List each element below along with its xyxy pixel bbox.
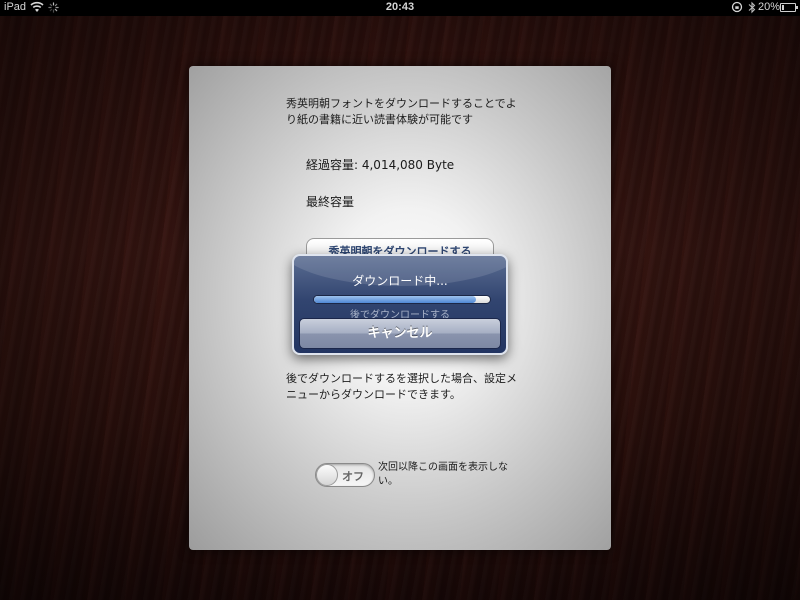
download-progress-bar [313,295,491,304]
note-text: 後でダウンロードするを選択した場合、設定メニューからダウンロードできます。 [286,372,517,401]
battery-level [782,5,785,10]
description-text: 秀英明朝フォントをダウンロードすることでより紙の書籍に近い読書体験が可能です [286,97,517,126]
cancel-button[interactable]: キャンセル [299,318,501,349]
dont-show-again-label: 次回以降この画面を表示しない。 [378,462,508,487]
download-progress-fill [314,296,476,303]
alert-title: ダウンロード中... [352,274,448,288]
battery-percent: 20% [758,1,781,13]
orientation-lock-icon [731,1,743,13]
downloaded-size-label: 経過容量: 4,014,080 Byte [306,158,455,172]
toggle-state-text: オフ [342,470,364,483]
dont-show-again-toggle[interactable]: オフ [315,463,375,487]
status-time: 20:43 [385,1,415,13]
battery-icon [780,3,798,12]
status-bar: iPad 20:43 20% [0,0,800,16]
bluetooth-icon [748,1,756,14]
download-progress-alert: ダウンロード中... 後でダウンロードする キャンセル [292,254,508,355]
final-size-label: 最終容量 [306,195,355,209]
toggle-knob[interactable] [316,464,338,486]
